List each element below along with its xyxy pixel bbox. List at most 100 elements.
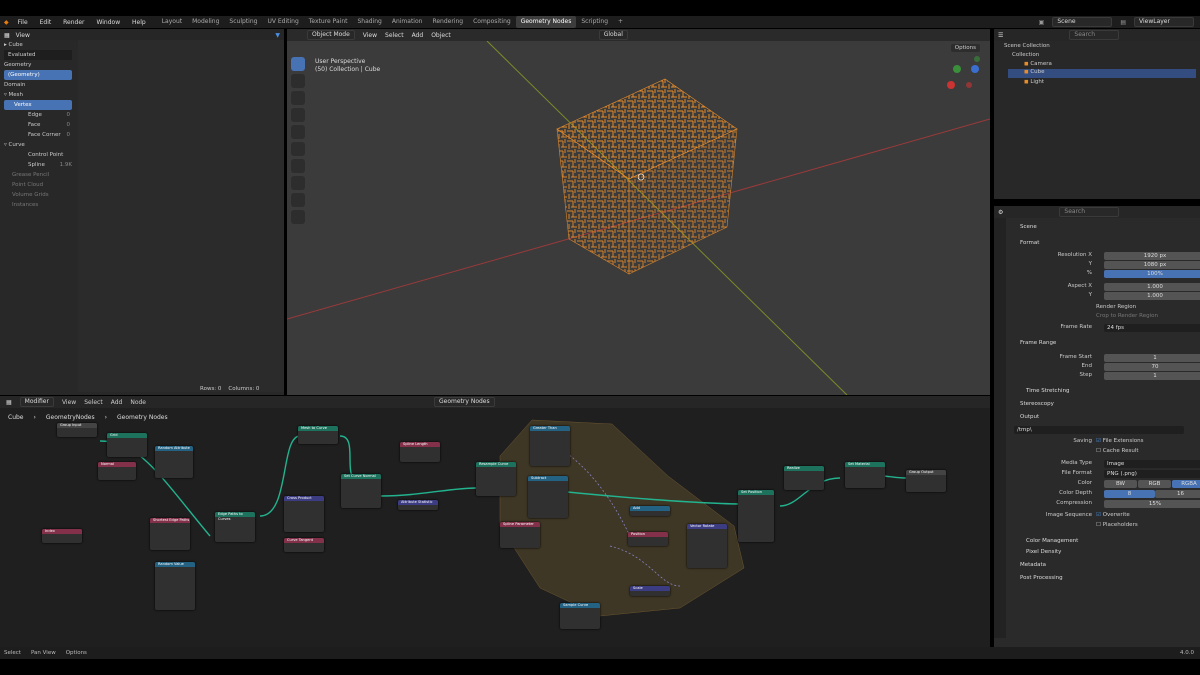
frame-rate-dropdown[interactable]: 24 fps: [1104, 324, 1200, 332]
domain-face[interactable]: Face 0: [0, 120, 76, 130]
node-grid[interactable]: Grid: [107, 433, 147, 457]
node-edge-paths-to-curves[interactable]: Edge Paths to Curves: [215, 512, 255, 542]
outliner-type-icon[interactable]: ☰: [998, 32, 1003, 39]
post-processing-section[interactable]: Post Processing: [1020, 575, 1063, 581]
outliner-camera[interactable]: ◼ Camera: [1024, 61, 1052, 67]
node-greater-than-1[interactable]: Greater Than: [530, 426, 570, 466]
tab-shading[interactable]: Shading: [352, 16, 386, 28]
outliner-collection[interactable]: Collection: [1012, 52, 1039, 58]
menu-file[interactable]: File: [13, 19, 33, 26]
node-editor[interactable]: ▦ Modifier View Select Add Node Geometry…: [0, 396, 990, 648]
outliner-search[interactable]: Search: [1069, 30, 1120, 40]
outliner-scene-collection[interactable]: Scene Collection: [1004, 43, 1050, 49]
scene-icon[interactable]: ▣: [1039, 19, 1045, 26]
tab-uv-editing[interactable]: UV Editing: [262, 16, 303, 28]
format-section[interactable]: Format: [1020, 240, 1039, 246]
volume-grids-item[interactable]: Volume Grids: [0, 190, 76, 200]
rotate-tool-icon[interactable]: [291, 108, 305, 122]
stereoscopy-section[interactable]: Stereoscopy: [1020, 401, 1054, 407]
outliner-cube[interactable]: ◼ Cube: [1008, 69, 1196, 78]
domain-section[interactable]: Domain: [0, 80, 76, 90]
cursor-tool-icon[interactable]: [291, 74, 305, 88]
domain-spline[interactable]: Spline 1.9K: [0, 160, 76, 170]
color-depth-16-button[interactable]: 16: [1155, 490, 1200, 498]
outliner-light[interactable]: ◼ Light: [1024, 79, 1044, 85]
mesh-item[interactable]: ▿ Mesh: [0, 90, 76, 100]
options-button[interactable]: Options: [950, 44, 980, 52]
node-set-material[interactable]: Set Material: [845, 462, 885, 488]
3d-viewport[interactable]: Object Mode View Select Add Object Globa…: [287, 29, 990, 395]
transform-orientation[interactable]: Global: [598, 30, 628, 40]
node-spline-parameter[interactable]: Spline Parameter: [500, 522, 540, 548]
node-resample-curve[interactable]: Resample Curve: [476, 462, 516, 496]
node-mesh-to-curve[interactable]: Mesh to Curve: [298, 426, 338, 444]
spreadsheet-view-menu[interactable]: View: [16, 32, 30, 39]
node-spline-length[interactable]: Spline Length: [400, 442, 440, 462]
color-rgb-button[interactable]: RGB: [1138, 480, 1171, 488]
metadata-section[interactable]: Metadata: [1020, 562, 1046, 568]
domain-edge[interactable]: Edge 0: [0, 110, 76, 120]
color-rgba-button[interactable]: RGBA: [1172, 480, 1200, 488]
node-scale[interactable]: Scale: [630, 586, 670, 596]
evaluated-dropdown[interactable]: Evaluated: [4, 50, 72, 60]
node-vector-rotate[interactable]: Vector Rotate: [687, 524, 727, 568]
vp-menu-view[interactable]: View: [363, 32, 377, 39]
menu-edit[interactable]: Edit: [35, 19, 57, 26]
tab-scripting[interactable]: Scripting: [576, 16, 613, 28]
domain-vertex[interactable]: Vertex: [4, 100, 72, 110]
tab-geometry-nodes[interactable]: Geometry Nodes: [515, 16, 577, 28]
scene-selector[interactable]: Scene: [1052, 17, 1113, 27]
node-set-curve-normal[interactable]: Set Curve Normal: [341, 474, 381, 508]
scale-tool-icon[interactable]: [291, 125, 305, 139]
node-attribute-statistic[interactable]: Attribute Statistic: [398, 500, 438, 510]
frame-start-field[interactable]: 1: [1104, 354, 1200, 362]
overwrite-checkbox[interactable]: ☑ Overwrite: [1096, 512, 1130, 518]
view-layer-icon[interactable]: ▤: [1120, 19, 1126, 26]
frame-step-field[interactable]: 1: [1104, 372, 1200, 380]
resolution-percent-field[interactable]: 100%: [1104, 270, 1200, 278]
spreadsheet-table[interactable]: [78, 40, 284, 392]
compression-slider[interactable]: 15%: [1104, 500, 1200, 508]
node-index[interactable]: Index: [42, 529, 82, 543]
view-layer-selector[interactable]: ViewLayer: [1134, 17, 1194, 27]
node-normal[interactable]: Normal: [98, 462, 136, 480]
editor-type-icon[interactable]: ▦: [4, 32, 10, 39]
add-workspace-icon[interactable]: +: [613, 16, 628, 28]
filter-icon[interactable]: ▼: [275, 32, 280, 39]
curve-item[interactable]: ▿ Curve: [0, 140, 76, 150]
crop-region-row[interactable]: Crop to Render Region: [1010, 313, 1196, 323]
color-bw-button[interactable]: BW: [1104, 480, 1137, 488]
blender-logo-icon[interactable]: ◆: [0, 19, 13, 26]
node-group-output[interactable]: Group Output: [906, 470, 946, 492]
node-random-value[interactable]: Random Value: [155, 562, 195, 610]
aspect-y-field[interactable]: 1.000: [1104, 292, 1200, 300]
color-management-section[interactable]: Color Management: [1026, 538, 1078, 544]
add-cube-tool-icon[interactable]: [291, 193, 305, 207]
node-group-input[interactable]: Group Input: [57, 423, 97, 437]
resolution-y-field[interactable]: 1080 px: [1104, 261, 1200, 269]
select-tool-icon[interactable]: [291, 57, 305, 71]
vp-menu-add[interactable]: Add: [412, 32, 424, 39]
properties-tab-column[interactable]: [994, 218, 1006, 638]
node-shortest-edge-paths[interactable]: Shortest Edge Paths: [150, 518, 190, 550]
object-mode-dropdown[interactable]: Object Mode: [307, 30, 355, 40]
frame-end-field[interactable]: 70: [1104, 363, 1200, 371]
transform-tool-icon[interactable]: [291, 142, 305, 156]
color-depth-8-button[interactable]: 8: [1104, 490, 1155, 498]
placeholders-row[interactable]: ☐ Placeholders: [1010, 522, 1196, 532]
annotate-tool-icon[interactable]: [291, 159, 305, 173]
grease-pencil-item[interactable]: Grease Pencil: [0, 170, 76, 180]
menu-render[interactable]: Render: [58, 19, 89, 26]
node-position[interactable]: Position: [628, 532, 668, 546]
point-cloud-item[interactable]: Point Cloud: [0, 180, 76, 190]
node-set-position[interactable]: Set Position: [738, 490, 774, 542]
tab-layout[interactable]: Layout: [157, 16, 187, 28]
tab-texture-paint[interactable]: Texture Paint: [304, 16, 353, 28]
vp-menu-object[interactable]: Object: [431, 32, 451, 39]
cache-result-row[interactable]: ☐ Cache Result: [1010, 448, 1196, 458]
node-curve-tangent[interactable]: Curve Tangent: [284, 538, 324, 552]
tab-modeling[interactable]: Modeling: [187, 16, 224, 28]
domain-face-corner[interactable]: Face Corner 0: [0, 130, 76, 140]
media-type-dropdown[interactable]: Image: [1104, 460, 1200, 468]
node-subtract[interactable]: Subtract: [528, 476, 568, 518]
